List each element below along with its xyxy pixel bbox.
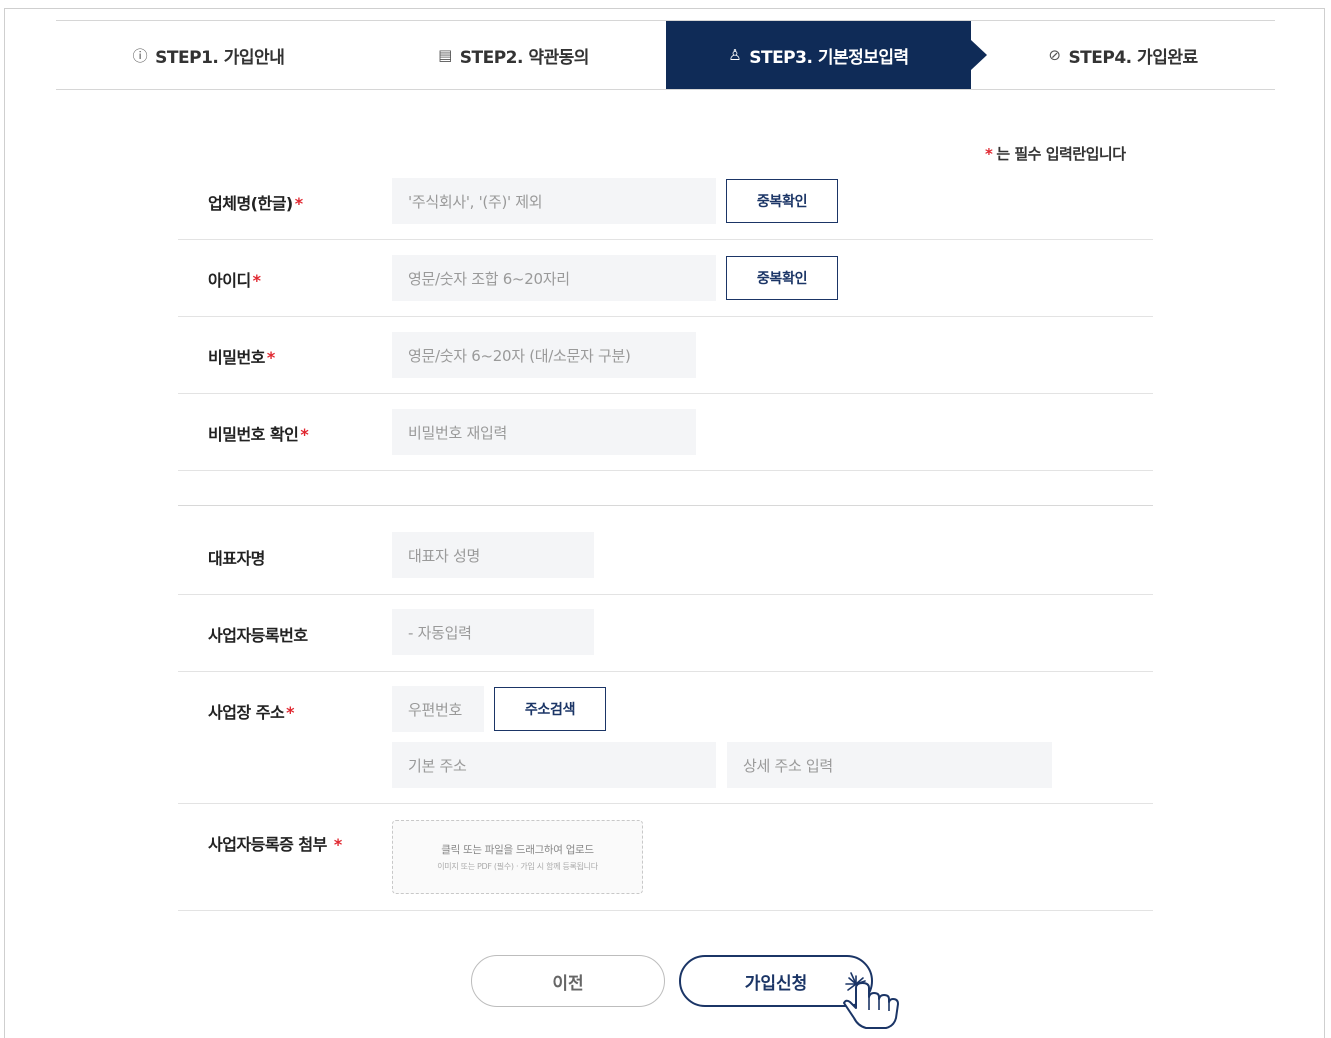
company-name-duplicate-check-button[interactable]: 중복확인	[726, 179, 838, 223]
page-frame	[4, 8, 1325, 1038]
required-star: *	[266, 348, 275, 367]
password-confirm-input[interactable]: 비밀번호 재입력	[392, 409, 696, 455]
zipcode-input[interactable]: 우편번호	[392, 686, 484, 732]
row-divider	[178, 910, 1153, 911]
password-confirm-label-text: 비밀번호 확인	[208, 425, 299, 444]
step-3-label: STEP3. 기본정보입력	[749, 47, 909, 68]
password-label-text: 비밀번호	[208, 348, 265, 367]
representative-label: 대표자명	[208, 545, 265, 569]
address-label-text: 사업장 주소	[208, 703, 285, 722]
step-4-label: STEP4. 가입완료	[1068, 47, 1198, 68]
step-3-tab-active[interactable]: ♙ STEP3. 기본정보입력	[666, 21, 971, 89]
row-divider	[178, 671, 1153, 672]
required-note: * 는 필수 입력란입니다	[985, 143, 1126, 164]
address-search-button[interactable]: 주소검색	[494, 687, 606, 731]
required-star: *	[985, 145, 993, 163]
section-divider	[178, 505, 1153, 506]
user-icon: ♙	[728, 46, 742, 64]
required-star: *	[300, 425, 309, 444]
row-divider	[178, 239, 1153, 240]
step-2-label: STEP2. 약관동의	[459, 47, 590, 68]
business-number-input[interactable]: - 자동입력	[392, 609, 594, 655]
representative-label-text: 대표자명	[208, 549, 265, 568]
password-label: 비밀번호 *	[208, 344, 275, 368]
required-note-text: 는 필수 입력란입니다	[996, 145, 1126, 163]
user-id-duplicate-check-button[interactable]: 중복확인	[726, 256, 838, 300]
user-id-label: 아이디 *	[208, 267, 261, 291]
address-label: 사업장 주소 *	[208, 699, 295, 723]
attachment-label: 사업자등록증 첨부 *	[208, 831, 342, 855]
row-divider	[178, 594, 1153, 595]
company-name-label-text: 업체명(한글)	[208, 194, 293, 213]
step-navigation: ⓘ STEP1. 가입안내 ▤ STEP2. 약관동의 ♙ STEP3. 기본정…	[56, 20, 1275, 90]
previous-button[interactable]: 이전	[471, 955, 665, 1007]
row-divider	[178, 316, 1153, 317]
user-id-label-text: 아이디	[208, 271, 251, 290]
business-number-label: 사업자등록번호	[208, 622, 308, 646]
hand-pointer-cursor-icon	[843, 972, 899, 1029]
step-1-tab[interactable]: ⓘ STEP1. 가입안내	[56, 21, 361, 89]
info-icon: ⓘ	[132, 46, 148, 65]
step-4-tab[interactable]: ⊘ STEP4. 가입완료	[971, 21, 1275, 89]
required-star: *	[294, 194, 303, 213]
required-star: *	[252, 271, 261, 290]
representative-input[interactable]: 대표자 성명	[392, 532, 594, 578]
company-name-input[interactable]: '주식회사', '(주)' 제외	[392, 178, 716, 224]
check-circle-icon: ⊘	[1048, 46, 1061, 64]
upload-hint: 이미지 또는 PDF (필수) · 가입 시 함께 등록됩니다	[437, 862, 598, 871]
file-upload-dropzone[interactable]: 클릭 또는 파일을 드래그하여 업로드 이미지 또는 PDF (필수) · 가입…	[392, 820, 643, 894]
row-divider	[178, 393, 1153, 394]
step-1-label: STEP1. 가입안내	[155, 47, 285, 68]
document-icon: ▤	[438, 46, 452, 64]
attachment-label-text: 사업자등록증 첨부	[208, 835, 327, 854]
password-input[interactable]: 영문/숫자 6~20자 (대/소문자 구분)	[392, 332, 696, 378]
user-id-input[interactable]: 영문/숫자 조합 6~20자리	[392, 255, 716, 301]
upload-instruction: 클릭 또는 파일을 드래그하여 업로드	[441, 844, 594, 856]
step-2-tab[interactable]: ▤ STEP2. 약관동의	[361, 21, 666, 89]
basic-address-input[interactable]: 기본 주소	[392, 742, 716, 788]
required-star: *	[286, 703, 295, 722]
detail-address-input[interactable]: 상세 주소 입력	[727, 742, 1052, 788]
row-divider	[178, 470, 1153, 471]
required-star: *	[333, 835, 342, 854]
row-divider	[178, 803, 1153, 804]
company-name-label: 업체명(한글) *	[208, 190, 303, 214]
password-confirm-label: 비밀번호 확인 *	[208, 421, 309, 445]
business-number-label-text: 사업자등록번호	[208, 626, 308, 645]
